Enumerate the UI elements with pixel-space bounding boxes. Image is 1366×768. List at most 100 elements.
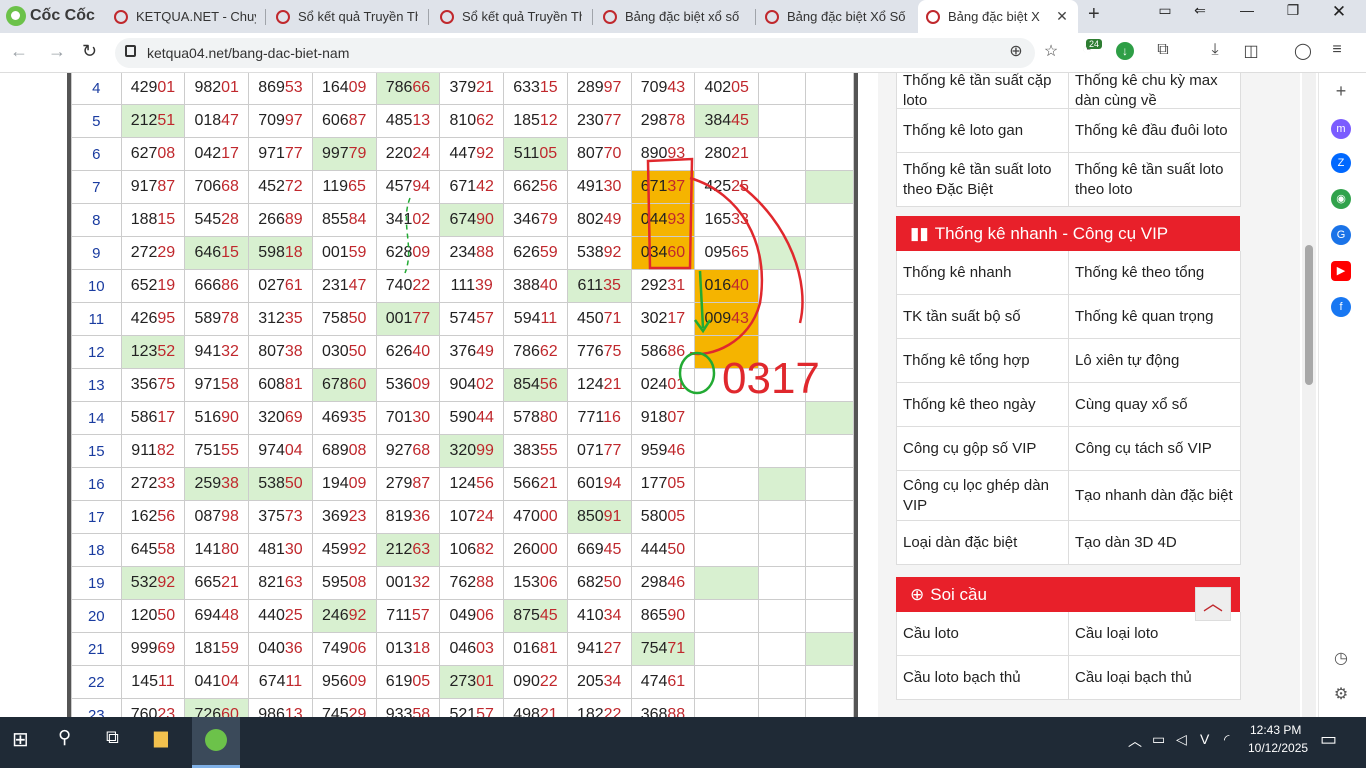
tab-2[interactable]: Sổ kết quả Truyền Th bbox=[268, 0, 426, 33]
forward-button[interactable]: → bbox=[48, 41, 66, 62]
result-cell: 29878 bbox=[630, 104, 696, 138]
taskbar-browser-button[interactable] bbox=[192, 717, 240, 768]
translate-icon[interactable]: G bbox=[1331, 225, 1351, 245]
cell-last-two: 75 bbox=[157, 376, 176, 393]
clock-date[interactable]: 10/12/2025 bbox=[1248, 741, 1308, 755]
zalo-icon[interactable]: Z bbox=[1331, 153, 1351, 173]
facebook-icon[interactable]: f bbox=[1331, 297, 1351, 317]
sidebar-link[interactable]: Công cụ gộp số VIP bbox=[897, 427, 1069, 471]
sidebar-link[interactable]: Thống kê tần suất cặp loto bbox=[897, 73, 1069, 109]
tab-6-active[interactable]: Bảng đặc biệt X ✕ bbox=[918, 0, 1078, 33]
bar-chart-icon: ▮▮ bbox=[910, 223, 929, 243]
scrollbar-thumb[interactable] bbox=[1305, 245, 1313, 385]
tray-chevron-icon[interactable]: ︿ bbox=[1128, 731, 1142, 751]
sidebar-link[interactable]: Thống kê nhanh bbox=[897, 251, 1069, 295]
sidebar-link[interactable]: Cầu loto bbox=[897, 612, 1069, 656]
cell-last-two: 05 bbox=[412, 673, 431, 690]
tab-1[interactable]: KETQUA.NET - Chuyê bbox=[106, 0, 264, 33]
sidebar-link[interactable]: Thống kê theo tổng bbox=[1069, 251, 1241, 295]
tab-label: Bảng đặc biệt X bbox=[948, 9, 1040, 24]
result-cell bbox=[758, 500, 807, 534]
zoom-icon[interactable]: ⊕ bbox=[1005, 41, 1027, 63]
profile-icon[interactable]: ◯ bbox=[1292, 41, 1314, 63]
cell-prefix: 298 bbox=[640, 112, 668, 129]
sidebar-link[interactable]: Lô xiên tự động bbox=[1069, 339, 1241, 383]
add-icon[interactable]: + bbox=[1331, 81, 1351, 101]
cell-prefix: 402 bbox=[704, 79, 732, 96]
clock-time[interactable]: 12:43 PM bbox=[1250, 723, 1301, 737]
volume-icon[interactable]: ◁ bbox=[1176, 731, 1187, 748]
address-bar[interactable]: ketqua04.net/bang-dac-biet-nam bbox=[115, 38, 1035, 68]
cell-prefix: 580 bbox=[640, 508, 668, 525]
games-icon[interactable]: ◉ bbox=[1331, 189, 1351, 209]
sidebar-link[interactable]: Tạo dàn 3D 4D bbox=[1069, 521, 1241, 565]
file-explorer-icon[interactable]: ▆ bbox=[154, 727, 168, 748]
sidebar-link[interactable]: Thống kê tần suất loto theo loto bbox=[1069, 153, 1241, 207]
close-tab-icon[interactable]: ✕ bbox=[1054, 8, 1070, 25]
sidebar-link[interactable]: Thống kê theo ngày bbox=[897, 383, 1069, 427]
sidebar-link[interactable]: Thống kê quan trọng bbox=[1069, 295, 1241, 339]
result-cell: 18512 bbox=[503, 104, 568, 138]
cell-last-two: 98 bbox=[221, 508, 239, 525]
youtube-icon[interactable]: ▶ bbox=[1331, 261, 1351, 281]
result-cell bbox=[694, 467, 760, 501]
sidebar-link[interactable]: Cầu loại bạch thủ bbox=[1069, 656, 1241, 700]
windows-start-icon[interactable]: ⊞ bbox=[12, 727, 29, 752]
sidebar-link[interactable]: Công cụ tách số VIP bbox=[1069, 427, 1241, 471]
close-window-button[interactable]: ✕ bbox=[1324, 2, 1354, 22]
history-icon[interactable]: ◷ bbox=[1331, 649, 1351, 669]
sidebar-link[interactable]: Cùng quay xổ số bbox=[1069, 383, 1241, 427]
reload-button[interactable]: ↻ bbox=[82, 41, 97, 62]
back-arrow-icon[interactable]: ⇐ bbox=[1185, 2, 1215, 19]
site-favicon-icon bbox=[114, 9, 128, 24]
scroll-to-top-button[interactable]: ︿ bbox=[1195, 587, 1231, 621]
tab-search-icon[interactable]: ▭ bbox=[1150, 2, 1180, 19]
sidebar-link[interactable]: Thống kê chu kỳ max dàn cùng về bbox=[1069, 73, 1241, 109]
menu-icon[interactable]: ≡ bbox=[1326, 41, 1348, 63]
downloads-icon[interactable]: ⤓ bbox=[1204, 41, 1226, 63]
tab-4[interactable]: Bảng đặc biệt xổ số bbox=[595, 0, 753, 33]
sidebar-link[interactable]: TK tần suất bộ số bbox=[897, 295, 1069, 339]
search-icon[interactable]: ⚲ bbox=[58, 727, 71, 748]
messenger-icon[interactable]: m bbox=[1331, 119, 1351, 139]
vpn-icon[interactable]: V bbox=[1200, 731, 1209, 747]
extensions-puzzle-icon[interactable]: ⧉ bbox=[1152, 41, 1174, 63]
cell-prefix: 279 bbox=[385, 475, 413, 492]
sidebar-link[interactable]: Thống kê loto gan bbox=[897, 109, 1069, 153]
sidebar-toggle-icon[interactable]: ◫ bbox=[1240, 41, 1262, 63]
cell-prefix: 566 bbox=[513, 475, 540, 492]
wifi-icon[interactable]: ◜ bbox=[1224, 731, 1229, 748]
sidebar-link[interactable]: Loại dàn đặc biệt bbox=[897, 521, 1069, 565]
tab-5[interactable]: Bảng đặc biệt Xổ Số bbox=[757, 0, 915, 33]
result-cell bbox=[694, 368, 760, 402]
notification-icon[interactable]: ▭ bbox=[1320, 729, 1337, 750]
sidebar-link[interactable]: Thống kê tần suất loto theo Đặc Biệt bbox=[897, 153, 1069, 207]
result-cell: 91807 bbox=[630, 401, 696, 435]
cell-last-two: 35 bbox=[284, 310, 303, 327]
download-status-icon[interactable]: ↓ bbox=[1116, 42, 1134, 60]
maximize-button[interactable]: ❐ bbox=[1278, 2, 1308, 19]
lock-icon bbox=[125, 45, 136, 57]
network-icon[interactable]: ▭ bbox=[1152, 731, 1165, 748]
bookmark-star-icon[interactable]: ☆ bbox=[1040, 41, 1062, 63]
sidebar-link[interactable]: Công cụ lọc ghép dàn VIP bbox=[897, 471, 1069, 521]
sidebar-link[interactable]: Thống kê tổng hợp bbox=[897, 339, 1069, 383]
result-cell: 26000 bbox=[503, 533, 568, 567]
sidebar-link[interactable]: Thống kê đầu đuôi loto bbox=[1069, 109, 1241, 153]
task-view-icon[interactable]: ⧉ bbox=[106, 727, 119, 748]
sidebar-link[interactable]: Cầu loto bạch thủ bbox=[897, 656, 1069, 700]
settings-gear-icon[interactable]: ⚙ bbox=[1331, 685, 1351, 705]
coccoc-taskbar-icon bbox=[205, 729, 227, 751]
tab-divider bbox=[755, 9, 756, 25]
new-tab-button[interactable]: + bbox=[1088, 3, 1100, 26]
cell-last-two: 99 bbox=[476, 442, 494, 459]
tab-3[interactable]: Sổ kết quả Truyền Th bbox=[432, 0, 590, 33]
result-cell: 16409 bbox=[311, 73, 377, 105]
back-button[interactable]: ← bbox=[10, 41, 28, 62]
cell-prefix: 185 bbox=[513, 112, 540, 129]
page-scrollbar[interactable] bbox=[1302, 73, 1316, 717]
minimize-button[interactable]: — bbox=[1232, 2, 1262, 18]
cell-prefix: 123 bbox=[130, 343, 158, 360]
cell-prefix: 369 bbox=[321, 508, 349, 525]
sidebar-link[interactable]: Tạo nhanh dàn đặc biệt bbox=[1069, 471, 1241, 521]
